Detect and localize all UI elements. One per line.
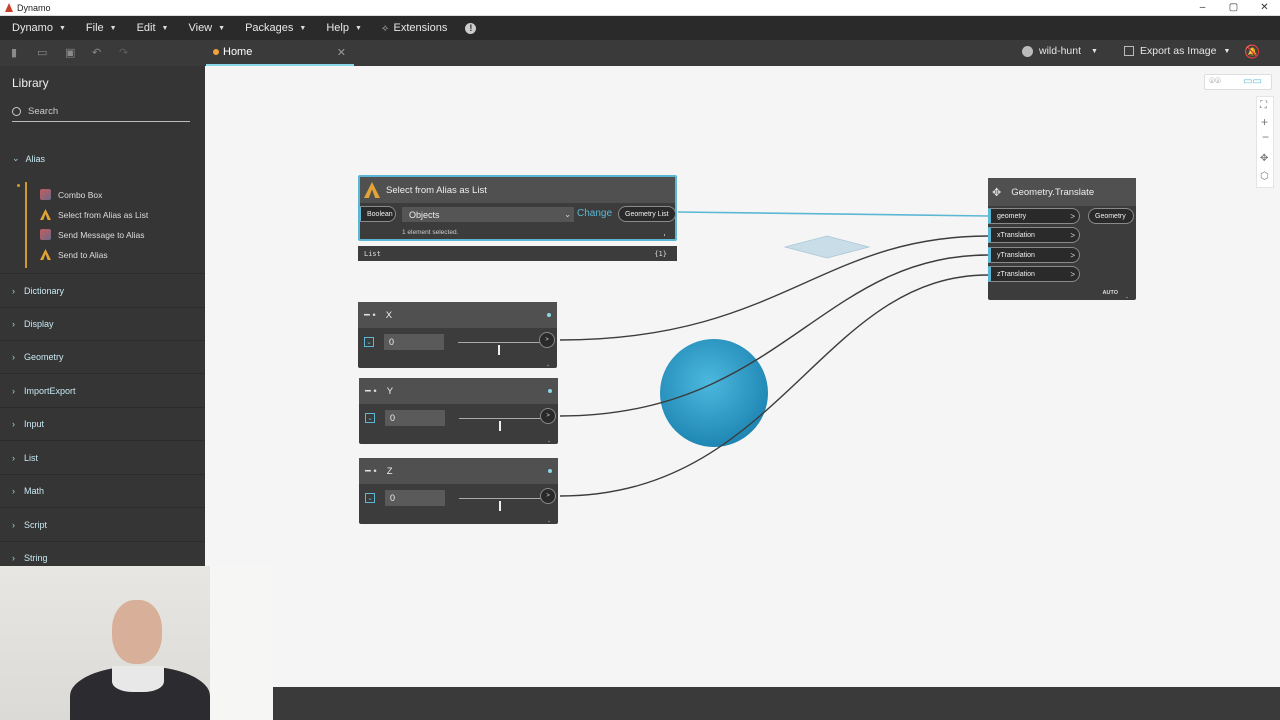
webcam-overlay (0, 566, 273, 720)
port-label: geometry (997, 212, 1027, 220)
node-menu-icon[interactable]: ··· (1123, 296, 1130, 297)
port-label: Geometry List (625, 210, 669, 218)
slider-track[interactable] (459, 418, 541, 431)
node-menu-icon[interactable]: ··· (545, 440, 552, 441)
status-dot (547, 313, 551, 317)
wire-geometry (677, 211, 989, 217)
output-port-geometry[interactable]: Geometry (1088, 208, 1134, 224)
input-port-ytranslation[interactable]: yTranslation > (988, 247, 1080, 263)
chevron-down-icon: ⌄ (564, 210, 571, 219)
node-header[interactable]: ✥ Geometry.Translate (988, 178, 1136, 206)
expand-icon[interactable]: ⌄ (364, 337, 374, 347)
slider-row: ⌄ 0 (365, 490, 541, 511)
slider-track[interactable] (458, 342, 540, 355)
slider-value[interactable]: 0 (385, 410, 445, 426)
preview-label: List (364, 249, 381, 258)
node-select-from-alias[interactable]: Select from Alias as List Boolean Object… (358, 175, 677, 241)
preview-count: {1} (654, 249, 667, 258)
node-slider-z[interactable]: ━ • Z ⌄ 0 > ··· (359, 458, 558, 524)
node-title: Z (386, 465, 393, 477)
slider-thumb[interactable] (499, 501, 501, 511)
output-port[interactable]: > (539, 332, 555, 348)
person-shirt-collar (112, 666, 164, 692)
alias-icon (364, 182, 380, 198)
slider-thumb[interactable] (499, 421, 501, 431)
port-label: Boolean (367, 210, 393, 218)
port-label: yTranslation (997, 251, 1035, 259)
translate-icon: ✥ (992, 186, 1002, 199)
node-header[interactable]: Select from Alias as List (360, 177, 675, 203)
port-arrow-icon: > (1070, 211, 1075, 221)
node-menu-icon[interactable]: ··· (660, 233, 669, 235)
slider-node-icon: ━ • (365, 465, 377, 477)
status-bar (273, 687, 1280, 720)
person-head (112, 600, 162, 664)
node-title: Select from Alias as List (386, 184, 487, 196)
wire-y (559, 254, 989, 417)
slider-value[interactable]: 0 (384, 334, 444, 350)
port-label: xTranslation (997, 231, 1035, 239)
node-header[interactable]: ━ • Y (359, 378, 558, 404)
node-preview-bubble[interactable]: List {1} (358, 246, 677, 261)
slider-track[interactable] (459, 498, 541, 511)
input-port-geometry[interactable]: geometry > (988, 208, 1080, 224)
wire-z (559, 274, 989, 497)
node-menu-icon[interactable]: ··· (544, 364, 551, 365)
slider-value[interactable]: 0 (385, 490, 445, 506)
output-port[interactable]: > (540, 408, 556, 424)
port-arrow-icon: > (1070, 230, 1075, 240)
expand-icon[interactable]: ⌄ (365, 493, 375, 503)
node-menu-icon[interactable]: ··· (545, 520, 552, 521)
input-port-xtranslation[interactable]: xTranslation > (988, 227, 1080, 243)
port-label: zTranslation (997, 270, 1035, 278)
input-port-boolean[interactable]: Boolean (358, 206, 396, 222)
sphere-preview (660, 339, 768, 447)
node-header[interactable]: ━ • X (358, 302, 557, 328)
slider-node-icon: ━ • (364, 309, 376, 321)
slider-row: ⌄ 0 (364, 334, 540, 355)
node-slider-y[interactable]: ━ • Y ⌄ 0 > ··· (359, 378, 558, 444)
status-dot (548, 389, 552, 393)
change-button[interactable]: Change (577, 208, 612, 219)
port-arrow-icon: > (1070, 250, 1075, 260)
node-geometry-translate[interactable]: ✥ Geometry.Translate geometry > xTranslat… (988, 178, 1136, 300)
dropdown-value: Objects (409, 209, 440, 220)
objects-dropdown[interactable]: Objects ⌄ (402, 207, 574, 222)
output-port[interactable]: > (540, 488, 556, 504)
input-port-ztranslation[interactable]: zTranslation > (988, 266, 1080, 282)
lacing-label[interactable]: AUTO (1103, 290, 1118, 296)
node-slider-x[interactable]: ━ • X ⌄ 0 > ··· (358, 302, 557, 368)
node-title: Geometry.Translate (1011, 186, 1095, 198)
port-label: Geometry (1095, 212, 1126, 220)
port-arrow-icon: > (1070, 269, 1075, 279)
expand-icon[interactable]: ⌄ (365, 413, 375, 423)
window-light (210, 566, 273, 720)
selection-status: 1 element selected. (402, 229, 459, 236)
node-header[interactable]: ━ • Z (359, 458, 558, 484)
output-port-geometry-list[interactable]: Geometry List (618, 206, 676, 222)
slider-thumb[interactable] (498, 345, 500, 355)
node-title: Y (386, 385, 394, 397)
slider-node-icon: ━ • (365, 385, 377, 397)
status-dot (548, 469, 552, 473)
slider-row: ⌄ 0 (365, 410, 541, 431)
plane-preview (783, 235, 871, 259)
node-title: X (385, 309, 393, 321)
